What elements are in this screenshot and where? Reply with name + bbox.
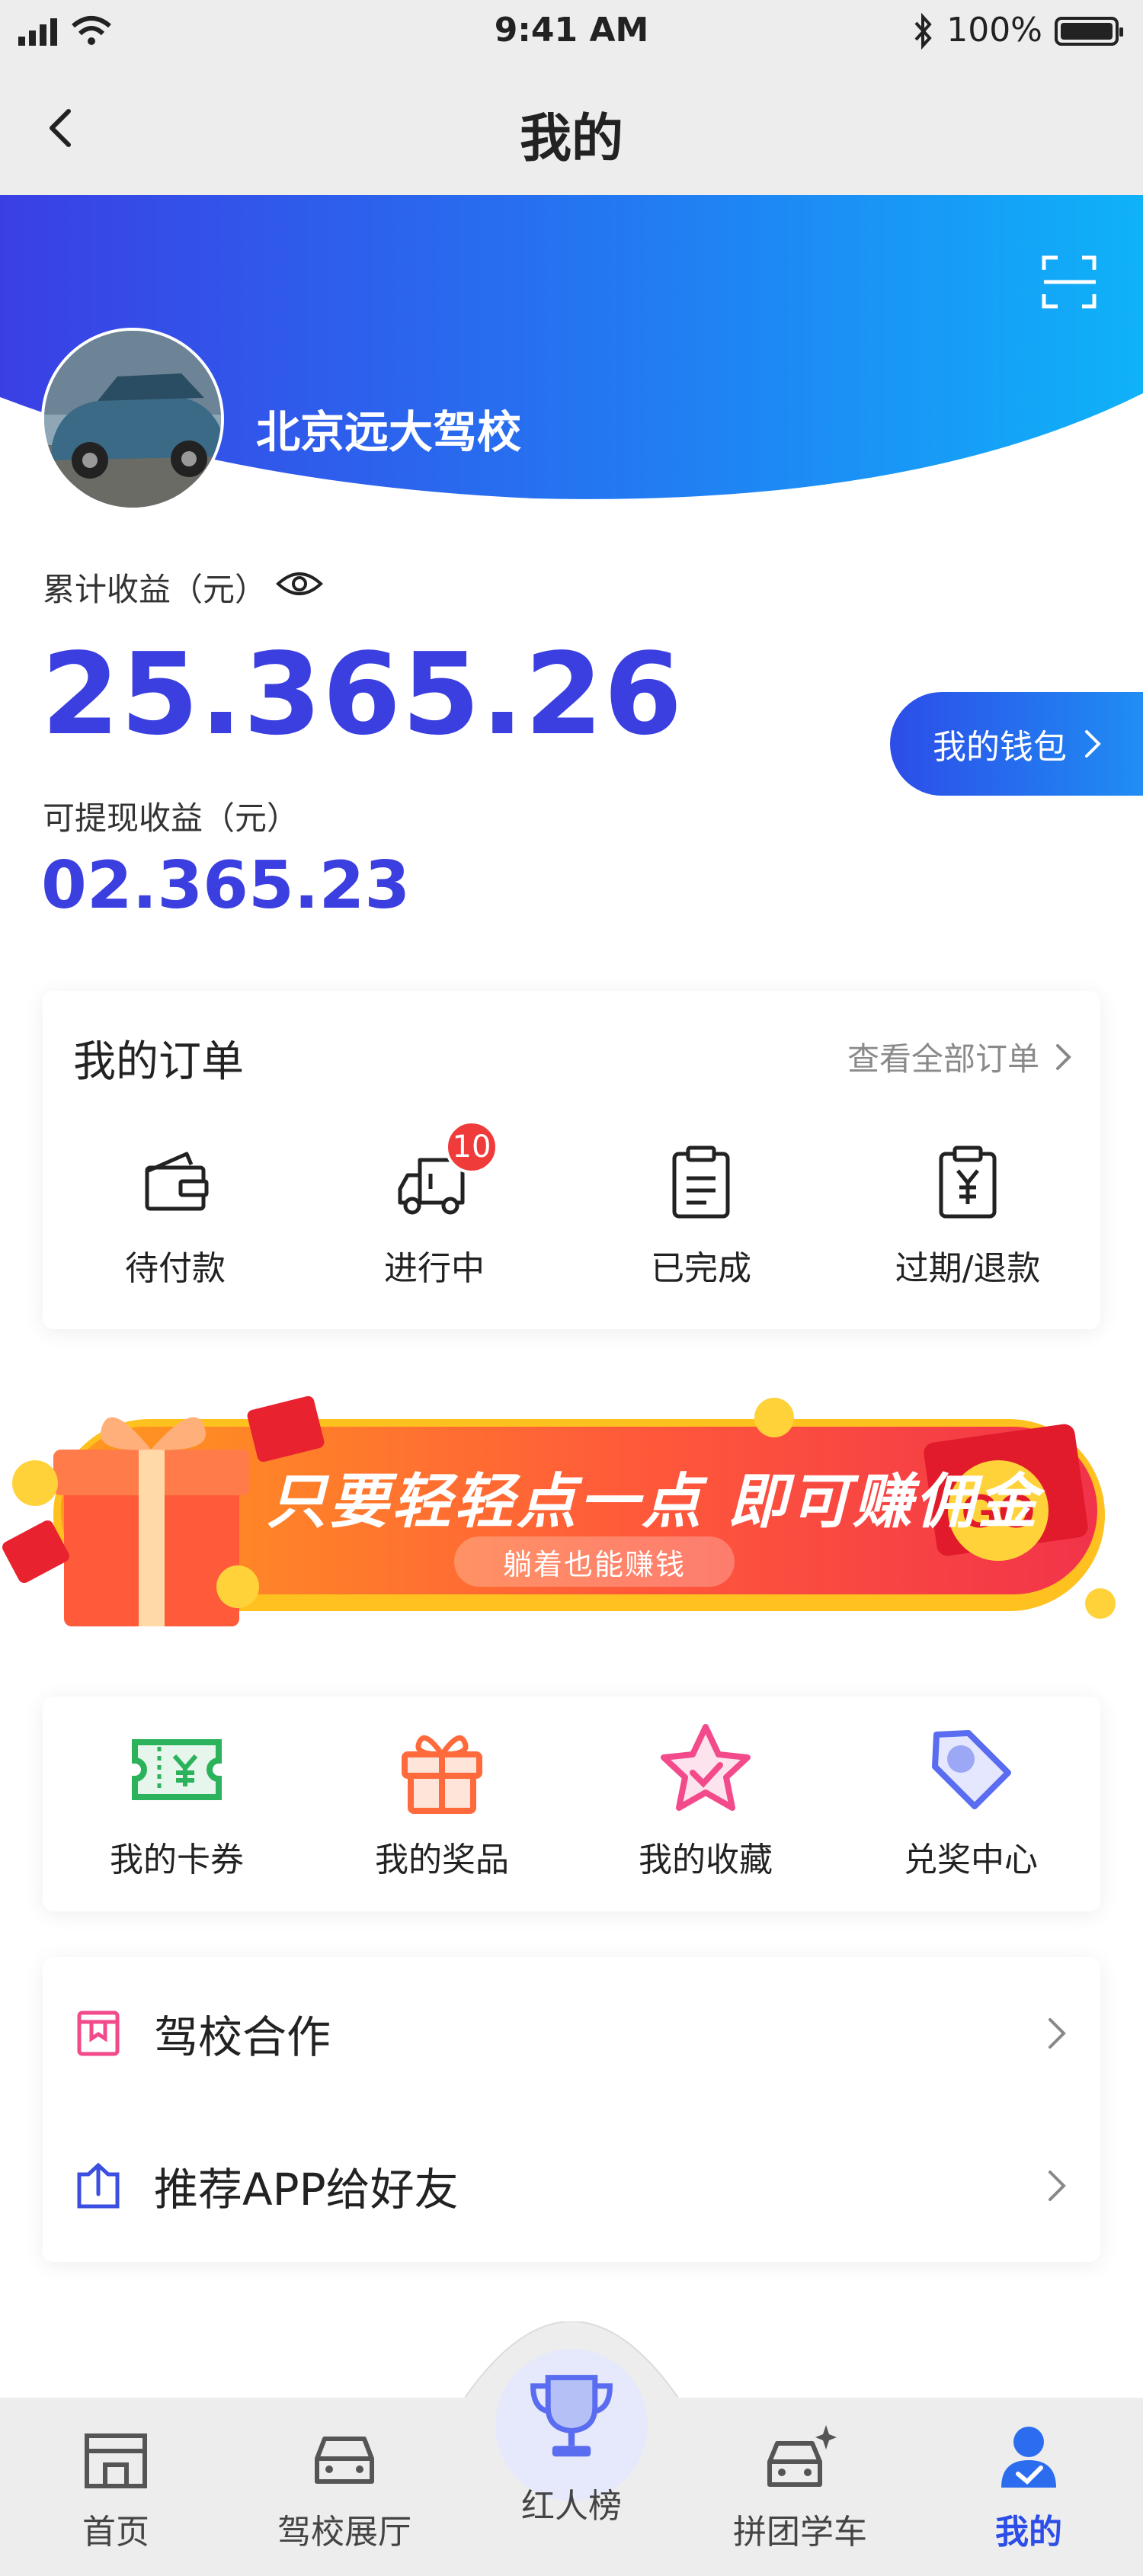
tab-mine[interactable]: 我的 <box>914 2421 1143 2553</box>
share-icon <box>77 2162 120 2209</box>
my-prizes[interactable]: 我的奖品 <box>328 1719 556 1881</box>
menu-item-recommend-app[interactable]: 推荐APP给好友 <box>43 2110 1100 2262</box>
battery-icon <box>1055 17 1123 46</box>
gift-icon <box>402 1735 482 1814</box>
view-all-orders-link[interactable]: 查看全部订单 <box>847 1033 1073 1080</box>
total-earnings-value: 25.365.26 <box>41 629 684 760</box>
order-expired-refund[interactable]: 过期/退款 <box>869 1140 1067 1290</box>
tab-label: 拼团学车 <box>733 2513 867 2552</box>
my-wallet-button[interactable]: 我的钱包 <box>890 692 1143 796</box>
tab-influencer-ranking[interactable]: 红人榜 <box>457 2363 686 2527</box>
tool-label: 我的收藏 <box>639 1841 773 1879</box>
car-icon <box>315 2437 374 2484</box>
bluetooth-icon <box>914 12 932 50</box>
refund-icon <box>939 1145 997 1219</box>
withdrawable-label: 可提现收益（元） <box>43 799 299 837</box>
status-bar: 9:41 AM 100% <box>0 0 1143 66</box>
order-completed[interactable]: 已完成 <box>602 1140 800 1290</box>
avatar[interactable] <box>41 328 224 511</box>
tag-icon <box>932 1730 1011 1809</box>
my-coupons[interactable]: 我的卡券 <box>62 1719 291 1881</box>
chevron-right-icon <box>1056 1043 1071 1070</box>
order-pending-payment[interactable]: 待付款 <box>76 1140 274 1290</box>
banner-subtitle: 躺着也能赚钱 <box>454 1536 735 1587</box>
chevron-right-icon <box>1085 730 1101 758</box>
store-icon <box>85 2433 147 2488</box>
tab-label: 首页 <box>82 2513 149 2552</box>
tab-school-showroom[interactable]: 驾校展厅 <box>230 2421 459 2553</box>
tool-label: 我的卡券 <box>110 1841 244 1879</box>
star-icon <box>661 1724 751 1811</box>
chevron-right-icon <box>1049 2018 1066 2049</box>
order-label: 已完成 <box>651 1249 751 1288</box>
order-label: 进行中 <box>384 1249 485 1288</box>
my-wallet-label: 我的钱包 <box>933 728 1067 767</box>
order-label: 待付款 <box>125 1249 226 1288</box>
bookmark-icon <box>77 2010 120 2056</box>
nav-bar: 我的 <box>0 66 1143 195</box>
orders-title: 我的订单 <box>73 1037 244 1087</box>
order-label: 过期/退款 <box>895 1249 1041 1288</box>
banner-headline: 只要轻轻点一点 即可赚佣金 <box>267 1468 1041 1536</box>
coupon-icon <box>132 1739 222 1800</box>
tab-group-learn[interactable]: 拼团学车 <box>686 2421 914 2553</box>
total-earnings-label: 累计收益（元） <box>43 571 267 608</box>
tab-label: 我的 <box>995 2513 1062 2552</box>
school-name: 北京远大驾校 <box>256 406 522 458</box>
menu-item-label: 驾校合作 <box>154 2011 331 2063</box>
my-favorites[interactable]: 我的收藏 <box>591 1719 820 1881</box>
order-count-badge: 10 <box>445 1120 498 1174</box>
page-title: 我的 <box>519 109 623 169</box>
menu-item-school-cooperation[interactable]: 驾校合作 <box>43 1957 1100 2110</box>
car-sparkle-icon <box>767 2425 837 2487</box>
tool-label: 我的奖品 <box>375 1841 509 1879</box>
withdrawable-value: 02.365.23 <box>41 847 411 924</box>
battery-percent: 100% <box>946 11 1042 50</box>
order-in-progress[interactable]: 进行中 <box>335 1140 533 1290</box>
scan-icon[interactable] <box>1041 253 1099 311</box>
trophy-icon <box>530 2375 613 2457</box>
user-icon <box>1001 2427 1056 2488</box>
tab-home[interactable]: 首页 <box>2 2421 230 2553</box>
wallet-icon <box>145 1152 209 1211</box>
menu-item-label: 推荐APP给好友 <box>154 2164 459 2216</box>
tab-label: 驾校展厅 <box>277 2513 411 2552</box>
eye-icon[interactable] <box>276 567 323 601</box>
view-all-orders-label: 查看全部订单 <box>847 1040 1039 1078</box>
chevron-right-icon <box>1049 2171 1066 2201</box>
tab-label: 红人榜 <box>521 2487 622 2526</box>
clipboard-icon <box>672 1145 730 1219</box>
redemption-center[interactable]: 兑奖中心 <box>856 1719 1085 1881</box>
tool-label: 兑奖中心 <box>904 1841 1038 1879</box>
